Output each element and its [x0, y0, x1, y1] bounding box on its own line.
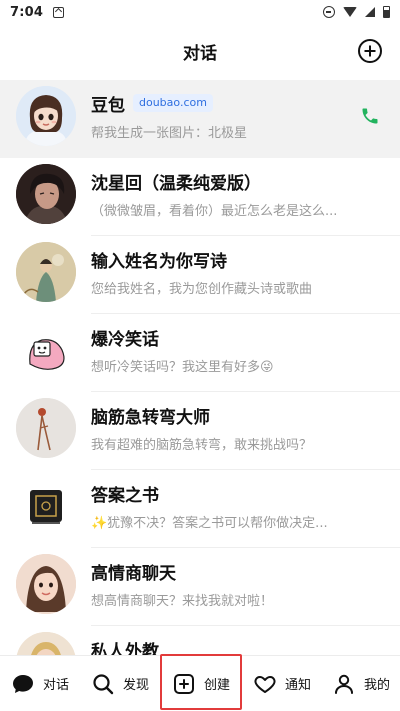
avatar: [16, 476, 76, 536]
avatar: [16, 242, 76, 302]
conversation-name: 高情商聊天: [91, 563, 176, 584]
do-not-disturb-icon: [323, 6, 335, 18]
avatar: [16, 554, 76, 614]
nav-chat-label: 对话: [42, 678, 69, 693]
signal-icon: [365, 7, 375, 17]
conversation-text: 答案之书 ✨犹豫不决？答案之书可以帮你做决定...: [91, 482, 380, 532]
conversation-row-doubao[interactable]: 豆包 doubao.com 帮我生成一张图片：北极星: [0, 80, 400, 158]
header: 对话: [0, 28, 400, 74]
conversation-row-poem[interactable]: 输入姓名为你写诗 您给我姓名，我为您创作藏头诗或歌曲: [0, 236, 400, 314]
highlight-box: [160, 653, 242, 710]
conversation-name: 答案之书: [91, 485, 159, 506]
conversation-name: 爆冷笑话: [91, 329, 159, 350]
conversation-text: 输入姓名为你写诗 您给我姓名，我为您创作藏头诗或歌曲: [91, 248, 380, 298]
nav-notify[interactable]: 通知: [242, 656, 322, 711]
conversation-text: 豆包 doubao.com 帮我生成一张图片：北极星: [91, 92, 380, 141]
conversation-preview: 想听冷笑话吗？我这里有好多😜: [91, 360, 274, 375]
bottom-nav: 对话 发现 创建 通知 我的: [0, 653, 400, 711]
status-time: 7:04: [10, 4, 44, 20]
screen: 7:04 对话 豆包 doubao.com 帮我生成一张图片：北极星 沈星回（温…: [0, 0, 400, 711]
avatar: [16, 320, 76, 380]
status-bar: 7:04: [0, 0, 400, 24]
conversation-preview: 帮我生成一张图片：北极星: [91, 126, 248, 141]
nav-discover[interactable]: 发现: [80, 656, 160, 711]
avatar: [16, 86, 76, 146]
nav-me[interactable]: 我的: [322, 656, 400, 711]
conversation-name: 沈星回（温柔纯爱版）: [91, 173, 261, 194]
nav-chat[interactable]: 对话: [0, 656, 80, 711]
conversation-row-answer-book[interactable]: 答案之书 ✨犹豫不决？答案之书可以帮你做决定...: [0, 470, 400, 548]
nav-create[interactable]: 创建: [160, 653, 242, 711]
wifi-icon: [343, 7, 357, 17]
battery-icon: [383, 6, 390, 18]
conversation-list[interactable]: 豆包 doubao.com 帮我生成一张图片：北极星 沈星回（温柔纯爱版） （微…: [0, 80, 400, 660]
conversation-preview: 想高情商聊天？来找我就对啦！: [91, 594, 274, 609]
heart-icon: [254, 675, 276, 693]
phone-icon[interactable]: [360, 106, 380, 126]
conversation-row-joke[interactable]: 爆冷笑话 想听冷笑话吗？我这里有好多😜: [0, 314, 400, 392]
conversation-preview: ✨犹豫不决？答案之书可以帮你做决定...: [91, 516, 328, 531]
conversation-name: 豆包: [91, 95, 125, 116]
conversation-preview: 您给我姓名，我为您创作藏头诗或歌曲: [91, 282, 313, 297]
conversation-preview: 我有超难的脑筋急转弯，敢来挑战吗？: [91, 438, 313, 453]
nav-me-label: 我的: [363, 678, 390, 693]
user-icon: [334, 674, 353, 694]
chat-bubble-icon: [12, 674, 33, 693]
conversation-text: 沈星回（温柔纯爱版） （微微皱眉，看着你）最近怎么老是这么...: [91, 170, 380, 220]
conversation-text: 高情商聊天 想高情商聊天？来找我就对啦！: [91, 560, 380, 610]
plus-circle-icon[interactable]: [358, 39, 382, 63]
a-notification-icon: [53, 6, 65, 18]
conversation-name: 输入姓名为你写诗: [91, 251, 227, 272]
nav-notify-label: 通知: [284, 678, 311, 693]
conversation-text: 爆冷笑话 想听冷笑话吗？我这里有好多😜: [91, 326, 380, 376]
conversation-row-eq[interactable]: 高情商聊天 想高情商聊天？来找我就对啦！: [0, 548, 400, 626]
conversation-row-brain[interactable]: 脑筋急转弯大师 我有超难的脑筋急转弯，敢来挑战吗？: [0, 392, 400, 470]
conversation-row-shen[interactable]: 沈星回（温柔纯爱版） （微微皱眉，看着你）最近怎么老是这么...: [0, 158, 400, 236]
avatar: [16, 398, 76, 458]
conversation-text: 脑筋急转弯大师 我有超难的脑筋急转弯，敢来挑战吗？: [91, 404, 380, 454]
avatar: [16, 164, 76, 224]
page-title: 对话: [183, 43, 217, 64]
conversation-tag: doubao.com: [133, 94, 213, 112]
conversation-name: 脑筋急转弯大师: [91, 407, 210, 428]
search-icon: [93, 673, 114, 694]
nav-discover-label: 发现: [122, 678, 149, 693]
conversation-preview: （微微皱眉，看着你）最近怎么老是这么...: [91, 204, 338, 219]
